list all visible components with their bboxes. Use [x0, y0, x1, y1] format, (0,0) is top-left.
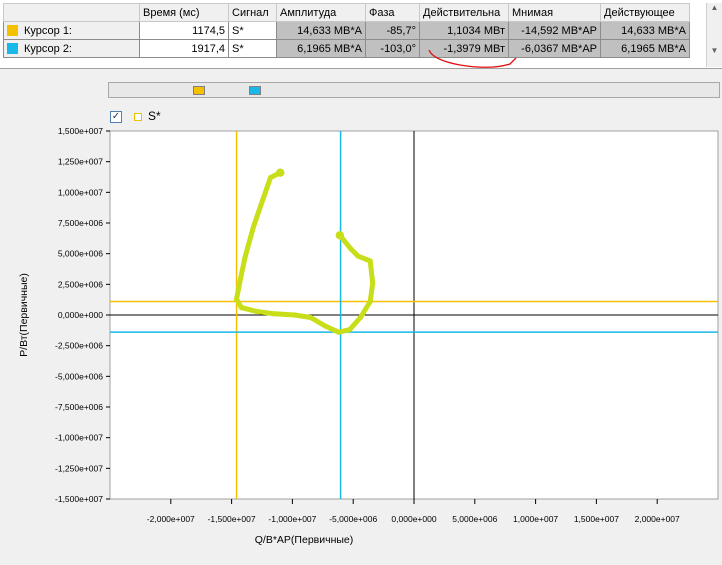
y-tick-label: 2,500e+006: [58, 279, 103, 289]
series-point: [233, 296, 240, 302]
series-point: [238, 305, 244, 311]
y-tick-label: -7,500e+006: [55, 402, 103, 412]
y-tick-label: 5,000e+006: [58, 249, 103, 259]
red-annotation-stroke: [428, 49, 517, 68]
series-point: [348, 246, 354, 252]
series-point: [260, 195, 266, 202]
hodograph-chart[interactable]: 1,500e+007 1,250e+007 1,000e+007 7,500e+006…: [0, 0, 722, 565]
x-tick-label: 1,500e+007: [574, 514, 619, 524]
series-point: [253, 308, 259, 314]
series-point: [346, 327, 353, 333]
x-tick-label: 0,000e+000: [391, 514, 436, 524]
series-point: [336, 329, 342, 335]
series-point: [355, 253, 361, 259]
series-point: [370, 280, 376, 286]
y-tick-label: -1,500e+007: [55, 494, 103, 504]
y-tick-label: -1,250e+007: [55, 463, 103, 473]
x-tick-label: 2,000e+007: [635, 514, 680, 524]
y-tick-label: -5,000e+006: [55, 371, 103, 381]
series-point: [236, 284, 242, 290]
series-point: [322, 323, 328, 329]
y-tick-label: 1,500e+007: [58, 126, 103, 136]
y-tick-label: -2,500e+006: [55, 341, 103, 351]
x-tick-label: 1,000e+007: [513, 514, 558, 524]
y-tick-label: -1,000e+007: [55, 433, 103, 443]
x-tick-label: 5,000e+006: [452, 514, 497, 524]
series-point: [357, 314, 364, 321]
x-axis-title: Q/В*АР(Первичные): [255, 534, 354, 546]
y-tick-label: 7,500e+006: [58, 218, 103, 228]
series-point: [250, 224, 257, 230]
series-start-point: [276, 168, 285, 177]
series-point: [267, 175, 274, 181]
series-point: [367, 298, 373, 305]
x-tick-label: -1,500e+007: [208, 514, 256, 524]
y-tick-label: 0,000e+000: [58, 310, 103, 320]
plot-area: 1,500e+007 1,250e+007 1,000e+007 7,500e+006…: [18, 126, 719, 546]
series-point: [242, 254, 248, 260]
y-tick-label: 1,000e+007: [58, 187, 103, 197]
x-tick-label: -1,000e+007: [268, 514, 316, 524]
series-point: [367, 258, 373, 264]
series-point: [292, 312, 298, 318]
y-axis-title: P/Вт(Первичные): [18, 273, 30, 357]
series-point: [271, 311, 277, 317]
series-end-point: [335, 231, 345, 240]
x-tick-label: -2,000e+007: [147, 514, 195, 524]
series-point: [308, 314, 314, 321]
y-tick-label: 1,250e+007: [58, 157, 103, 167]
x-tick-label: -5,000e+006: [329, 514, 377, 524]
